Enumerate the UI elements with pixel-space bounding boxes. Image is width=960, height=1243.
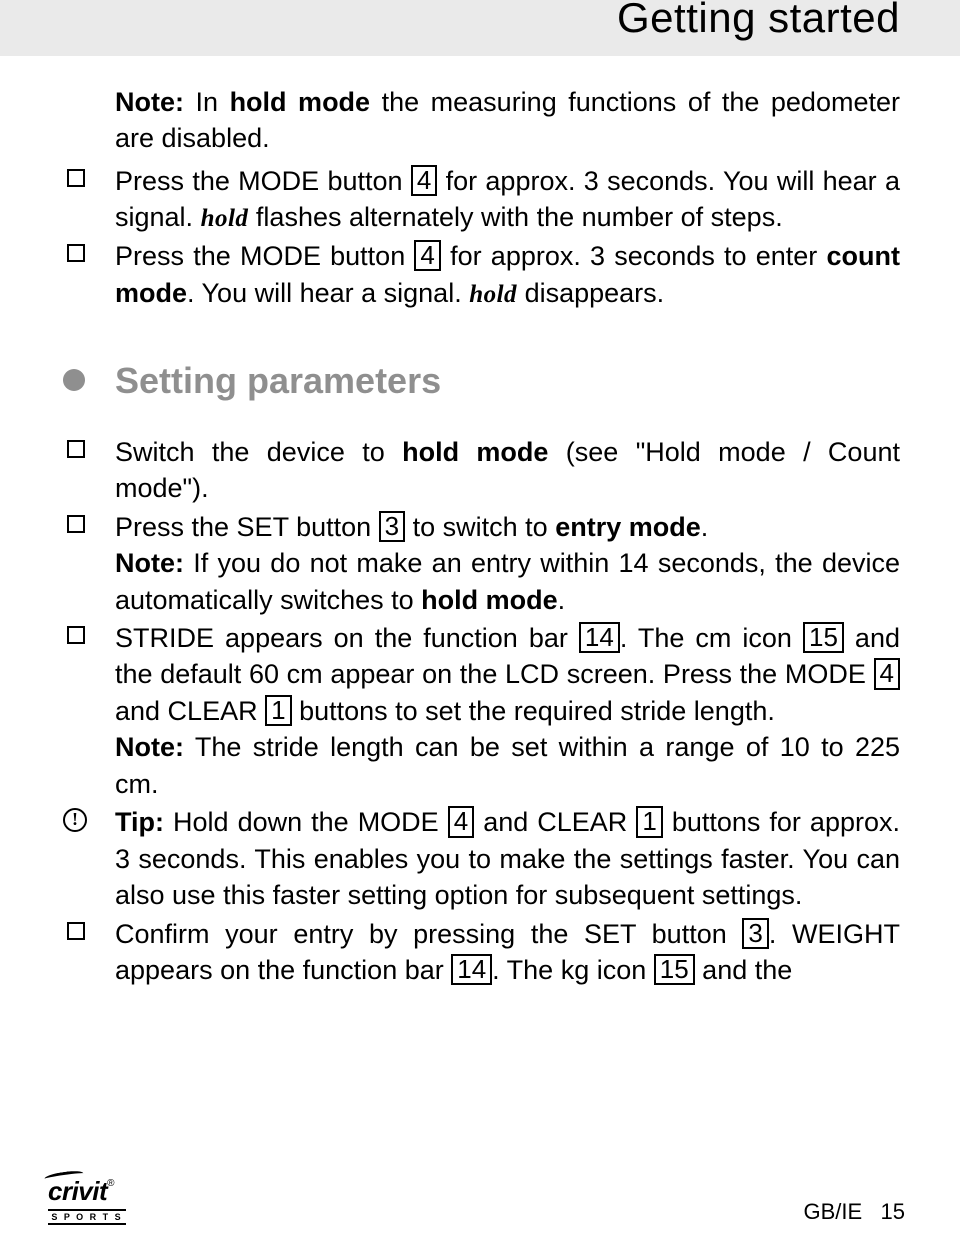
square-bullet-icon xyxy=(67,626,85,644)
bold-text: hold mode xyxy=(402,437,548,467)
text: Switch the device to xyxy=(115,437,402,467)
page-number: GB/IE 15 xyxy=(803,1199,905,1225)
ref-number: 4 xyxy=(411,165,437,196)
text: Press the MODE button xyxy=(115,166,411,196)
text: . The kg icon xyxy=(492,955,654,985)
top-list: Press the MODE button 4 for approx. 3 se… xyxy=(115,163,900,311)
page-num: 15 xyxy=(881,1199,905,1224)
text: and the xyxy=(695,955,793,985)
ref-number: 14 xyxy=(451,954,492,985)
text: Press the SET button xyxy=(115,512,379,542)
square-bullet-icon xyxy=(67,922,85,940)
note-label: Note: xyxy=(115,548,184,578)
brand-logo: crivit® S P O R T S xyxy=(48,1172,126,1225)
section-heading: Setting parameters xyxy=(115,357,900,406)
square-bullet-icon xyxy=(67,169,85,187)
registered-mark: ® xyxy=(107,1178,114,1189)
list-item: Press the MODE button 4 for approx. 3 se… xyxy=(115,238,900,311)
ref-number: 3 xyxy=(742,918,768,949)
text: Press the MODE button xyxy=(115,241,414,271)
bold-text: entry mode xyxy=(555,512,701,542)
text: In xyxy=(184,87,230,117)
ref-number: 14 xyxy=(579,622,620,653)
brand-name: crivit® xyxy=(48,1176,114,1207)
list-item: Switch the device to hold mode (see "Hol… xyxy=(115,434,900,507)
square-bullet-icon xyxy=(67,244,85,262)
text: STRIDE appears on the function bar xyxy=(115,623,579,653)
list-item: Press the SET button 3 to switch to entr… xyxy=(115,509,900,618)
note-label: Note: xyxy=(115,87,184,117)
footer: crivit® S P O R T S GB/IE 15 xyxy=(48,1172,905,1225)
ref-number: 4 xyxy=(874,658,900,689)
lcd-hold-word: hold xyxy=(469,281,517,308)
ref-number: 3 xyxy=(379,511,405,542)
tip-label: Tip: xyxy=(115,807,164,837)
square-bullet-icon xyxy=(67,515,85,533)
text: Confirm your entry by pressing the SET b… xyxy=(115,919,742,949)
text: The stride length can be set within a ra… xyxy=(115,732,900,798)
list-item: STRIDE appears on the function bar 14. T… xyxy=(115,620,900,802)
text: . The cm icon xyxy=(620,623,803,653)
page-title: Getting started xyxy=(617,0,900,42)
list-item-tip: ! Tip: Hold down the MODE 4 and CLEAR 1 … xyxy=(115,804,900,913)
region-code: GB/IE xyxy=(803,1199,862,1224)
text: disappears. xyxy=(517,278,664,308)
text: to switch to xyxy=(405,512,555,542)
lcd-hold-word: hold xyxy=(201,205,249,232)
text: . You will hear a signal. xyxy=(187,278,469,308)
text: and CLEAR xyxy=(474,807,636,837)
note-label: Note: xyxy=(115,732,184,762)
main-list: Switch the device to hold mode (see "Hol… xyxy=(115,434,900,989)
text: for approx. 3 seconds to enter xyxy=(441,241,827,271)
text: buttons to set the required stride lengt… xyxy=(292,696,775,726)
ref-number: 1 xyxy=(636,806,662,837)
bold-text: hold mode xyxy=(230,87,371,117)
ref-number: 1 xyxy=(265,695,291,726)
list-item: Confirm your entry by pressing the SET b… xyxy=(115,916,900,989)
bold-text: hold mode xyxy=(421,585,558,615)
page-content: Note: In hold mode the measuring functio… xyxy=(0,56,960,988)
text: and CLEAR xyxy=(115,696,265,726)
ref-number: 15 xyxy=(654,954,695,985)
intro-note: Note: In hold mode the measuring functio… xyxy=(115,84,900,157)
header-band: Getting started xyxy=(0,0,960,56)
text: flashes alternately with the number of s… xyxy=(248,202,782,232)
square-bullet-icon xyxy=(67,440,85,458)
brand-subtitle: S P O R T S xyxy=(48,1209,126,1225)
info-icon: ! xyxy=(63,808,87,832)
ref-number: 15 xyxy=(803,622,844,653)
ref-number: 4 xyxy=(414,240,440,271)
text: . xyxy=(558,585,566,615)
text: . xyxy=(701,512,709,542)
text: Hold down the MODE xyxy=(164,807,448,837)
ref-number: 4 xyxy=(448,806,474,837)
list-item: Press the MODE button 4 for approx. 3 se… xyxy=(115,163,900,236)
